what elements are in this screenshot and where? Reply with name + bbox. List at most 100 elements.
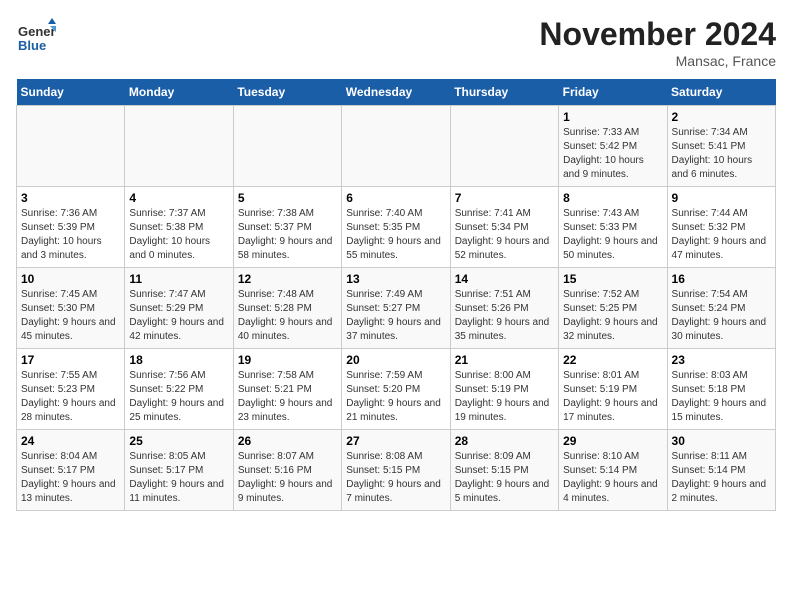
calendar-week-row: 3 Sunrise: 7:36 AM Sunset: 5:39 PM Daylig… bbox=[17, 187, 776, 268]
day-number: 15 bbox=[563, 272, 662, 286]
day-info: Sunrise: 7:54 AM Sunset: 5:24 PM Dayligh… bbox=[672, 288, 771, 344]
day-info: Sunrise: 7:56 AM Sunset: 5:22 PM Dayligh… bbox=[129, 369, 228, 425]
day-number: 11 bbox=[129, 272, 228, 286]
calendar-cell: 11 Sunrise: 7:47 AM Sunset: 5:29 PM Dayli… bbox=[125, 268, 233, 349]
day-number: 23 bbox=[672, 353, 771, 367]
day-number: 1 bbox=[563, 110, 662, 124]
calendar-cell: 16 Sunrise: 7:54 AM Sunset: 5:24 PM Dayli… bbox=[667, 268, 775, 349]
day-number: 20 bbox=[346, 353, 445, 367]
day-number: 7 bbox=[455, 191, 554, 205]
day-number: 19 bbox=[238, 353, 337, 367]
calendar-cell: 14Sunrise: 7:51 AM Sunset: 5:26 PM Dayli… bbox=[450, 268, 558, 349]
calendar-cell: 8 Sunrise: 7:43 AM Sunset: 5:33 PM Daylig… bbox=[559, 187, 667, 268]
calendar-cell: 27 Sunrise: 8:08 AM Sunset: 5:15 PM Dayli… bbox=[342, 430, 450, 511]
weekday-header-row: SundayMondayTuesdayWednesdayThursdayFrid… bbox=[17, 79, 776, 106]
calendar-cell bbox=[233, 106, 341, 187]
calendar-cell bbox=[450, 106, 558, 187]
day-info: Sunrise: 7:52 AM Sunset: 5:25 PM Dayligh… bbox=[563, 288, 662, 344]
logo-icon: General Blue bbox=[16, 16, 56, 56]
day-info: Sunrise: 8:01 AM Sunset: 5:19 PM Dayligh… bbox=[563, 369, 662, 425]
calendar-cell: 25 Sunrise: 8:05 AM Sunset: 5:17 PM Dayli… bbox=[125, 430, 233, 511]
day-number: 13 bbox=[346, 272, 445, 286]
day-number: 5 bbox=[238, 191, 337, 205]
calendar-cell: 19Sunrise: 7:58 AM Sunset: 5:21 PM Dayli… bbox=[233, 349, 341, 430]
calendar-cell: 26 Sunrise: 8:07 AM Sunset: 5:16 PM Dayli… bbox=[233, 430, 341, 511]
day-info: Sunrise: 7:43 AM Sunset: 5:33 PM Dayligh… bbox=[563, 207, 662, 263]
calendar-cell bbox=[342, 106, 450, 187]
day-info: Sunrise: 7:45 AM Sunset: 5:30 PM Dayligh… bbox=[21, 288, 120, 344]
calendar-cell: 15 Sunrise: 7:52 AM Sunset: 5:25 PM Dayli… bbox=[559, 268, 667, 349]
day-info: Sunrise: 7:47 AM Sunset: 5:29 PM Dayligh… bbox=[129, 288, 228, 344]
day-number: 9 bbox=[672, 191, 771, 205]
calendar-cell: 17 Sunrise: 7:55 AM Sunset: 5:23 PM Dayli… bbox=[17, 349, 125, 430]
day-info: Sunrise: 7:33 AM Sunset: 5:42 PM Dayligh… bbox=[563, 126, 662, 182]
day-number: 29 bbox=[563, 434, 662, 448]
day-info: Sunrise: 8:08 AM Sunset: 5:15 PM Dayligh… bbox=[346, 450, 445, 506]
day-number: 12 bbox=[238, 272, 337, 286]
weekday-header: Wednesday bbox=[342, 79, 450, 106]
day-number: 8 bbox=[563, 191, 662, 205]
calendar-cell: 23Sunrise: 8:03 AM Sunset: 5:18 PM Dayli… bbox=[667, 349, 775, 430]
day-info: Sunrise: 7:37 AM Sunset: 5:38 PM Dayligh… bbox=[129, 207, 228, 263]
day-number: 25 bbox=[129, 434, 228, 448]
day-number: 27 bbox=[346, 434, 445, 448]
calendar-cell bbox=[125, 106, 233, 187]
weekday-header: Monday bbox=[125, 79, 233, 106]
title-area: November 2024 Mansac, France bbox=[539, 16, 776, 69]
calendar-cell: 13 Sunrise: 7:49 AM Sunset: 5:27 PM Dayli… bbox=[342, 268, 450, 349]
day-info: Sunrise: 7:48 AM Sunset: 5:28 PM Dayligh… bbox=[238, 288, 337, 344]
day-number: 30 bbox=[672, 434, 771, 448]
calendar-cell: 20 Sunrise: 7:59 AM Sunset: 5:20 PM Dayli… bbox=[342, 349, 450, 430]
calendar-cell: 1 Sunrise: 7:33 AM Sunset: 5:42 PM Daylig… bbox=[559, 106, 667, 187]
day-info: Sunrise: 8:00 AM Sunset: 5:19 PM Dayligh… bbox=[455, 369, 554, 425]
location: Mansac, France bbox=[539, 53, 776, 69]
calendar-cell: 24 Sunrise: 8:04 AM Sunset: 5:17 PM Dayli… bbox=[17, 430, 125, 511]
weekday-header: Tuesday bbox=[233, 79, 341, 106]
weekday-header: Sunday bbox=[17, 79, 125, 106]
day-number: 2 bbox=[672, 110, 771, 124]
calendar-cell: 10 Sunrise: 7:45 AM Sunset: 5:30 PM Dayli… bbox=[17, 268, 125, 349]
day-info: Sunrise: 8:10 AM Sunset: 5:14 PM Dayligh… bbox=[563, 450, 662, 506]
logo: General Blue bbox=[16, 16, 60, 56]
calendar-cell: 5 Sunrise: 7:38 AM Sunset: 5:37 PM Daylig… bbox=[233, 187, 341, 268]
day-number: 17 bbox=[21, 353, 120, 367]
day-number: 16 bbox=[672, 272, 771, 286]
day-number: 10 bbox=[21, 272, 120, 286]
weekday-header: Thursday bbox=[450, 79, 558, 106]
calendar-cell: 9 Sunrise: 7:44 AM Sunset: 5:32 PM Daylig… bbox=[667, 187, 775, 268]
day-info: Sunrise: 7:59 AM Sunset: 5:20 PM Dayligh… bbox=[346, 369, 445, 425]
day-number: 18 bbox=[129, 353, 228, 367]
day-info: Sunrise: 8:04 AM Sunset: 5:17 PM Dayligh… bbox=[21, 450, 120, 506]
day-info: Sunrise: 7:55 AM Sunset: 5:23 PM Dayligh… bbox=[21, 369, 120, 425]
day-number: 26 bbox=[238, 434, 337, 448]
day-number: 24 bbox=[21, 434, 120, 448]
day-number: 3 bbox=[21, 191, 120, 205]
calendar-cell: 2 Sunrise: 7:34 AM Sunset: 5:41 PM Daylig… bbox=[667, 106, 775, 187]
calendar-week-row: 24 Sunrise: 8:04 AM Sunset: 5:17 PM Dayli… bbox=[17, 430, 776, 511]
calendar-week-row: 1 Sunrise: 7:33 AM Sunset: 5:42 PM Daylig… bbox=[17, 106, 776, 187]
day-number: 22 bbox=[563, 353, 662, 367]
day-info: Sunrise: 7:36 AM Sunset: 5:39 PM Dayligh… bbox=[21, 207, 120, 263]
calendar-cell: 18 Sunrise: 7:56 AM Sunset: 5:22 PM Dayli… bbox=[125, 349, 233, 430]
day-info: Sunrise: 8:09 AM Sunset: 5:15 PM Dayligh… bbox=[455, 450, 554, 506]
day-info: Sunrise: 7:34 AM Sunset: 5:41 PM Dayligh… bbox=[672, 126, 771, 182]
weekday-header: Friday bbox=[559, 79, 667, 106]
weekday-header: Saturday bbox=[667, 79, 775, 106]
day-info: Sunrise: 7:44 AM Sunset: 5:32 PM Dayligh… bbox=[672, 207, 771, 263]
calendar-cell: 21Sunrise: 8:00 AM Sunset: 5:19 PM Dayli… bbox=[450, 349, 558, 430]
day-info: Sunrise: 7:40 AM Sunset: 5:35 PM Dayligh… bbox=[346, 207, 445, 263]
calendar-cell: 22 Sunrise: 8:01 AM Sunset: 5:19 PM Dayli… bbox=[559, 349, 667, 430]
calendar-cell bbox=[17, 106, 125, 187]
day-info: Sunrise: 8:11 AM Sunset: 5:14 PM Dayligh… bbox=[672, 450, 771, 506]
svg-text:Blue: Blue bbox=[18, 38, 46, 53]
calendar-cell: 28Sunrise: 8:09 AM Sunset: 5:15 PM Dayli… bbox=[450, 430, 558, 511]
day-info: Sunrise: 7:49 AM Sunset: 5:27 PM Dayligh… bbox=[346, 288, 445, 344]
day-info: Sunrise: 7:38 AM Sunset: 5:37 PM Dayligh… bbox=[238, 207, 337, 263]
day-info: Sunrise: 7:51 AM Sunset: 5:26 PM Dayligh… bbox=[455, 288, 554, 344]
calendar-cell: 30 Sunrise: 8:11 AM Sunset: 5:14 PM Dayli… bbox=[667, 430, 775, 511]
calendar-cell: 29 Sunrise: 8:10 AM Sunset: 5:14 PM Dayli… bbox=[559, 430, 667, 511]
day-info: Sunrise: 7:41 AM Sunset: 5:34 PM Dayligh… bbox=[455, 207, 554, 263]
day-info: Sunrise: 8:05 AM Sunset: 5:17 PM Dayligh… bbox=[129, 450, 228, 506]
day-info: Sunrise: 8:07 AM Sunset: 5:16 PM Dayligh… bbox=[238, 450, 337, 506]
calendar-cell: 7 Sunrise: 7:41 AM Sunset: 5:34 PM Daylig… bbox=[450, 187, 558, 268]
